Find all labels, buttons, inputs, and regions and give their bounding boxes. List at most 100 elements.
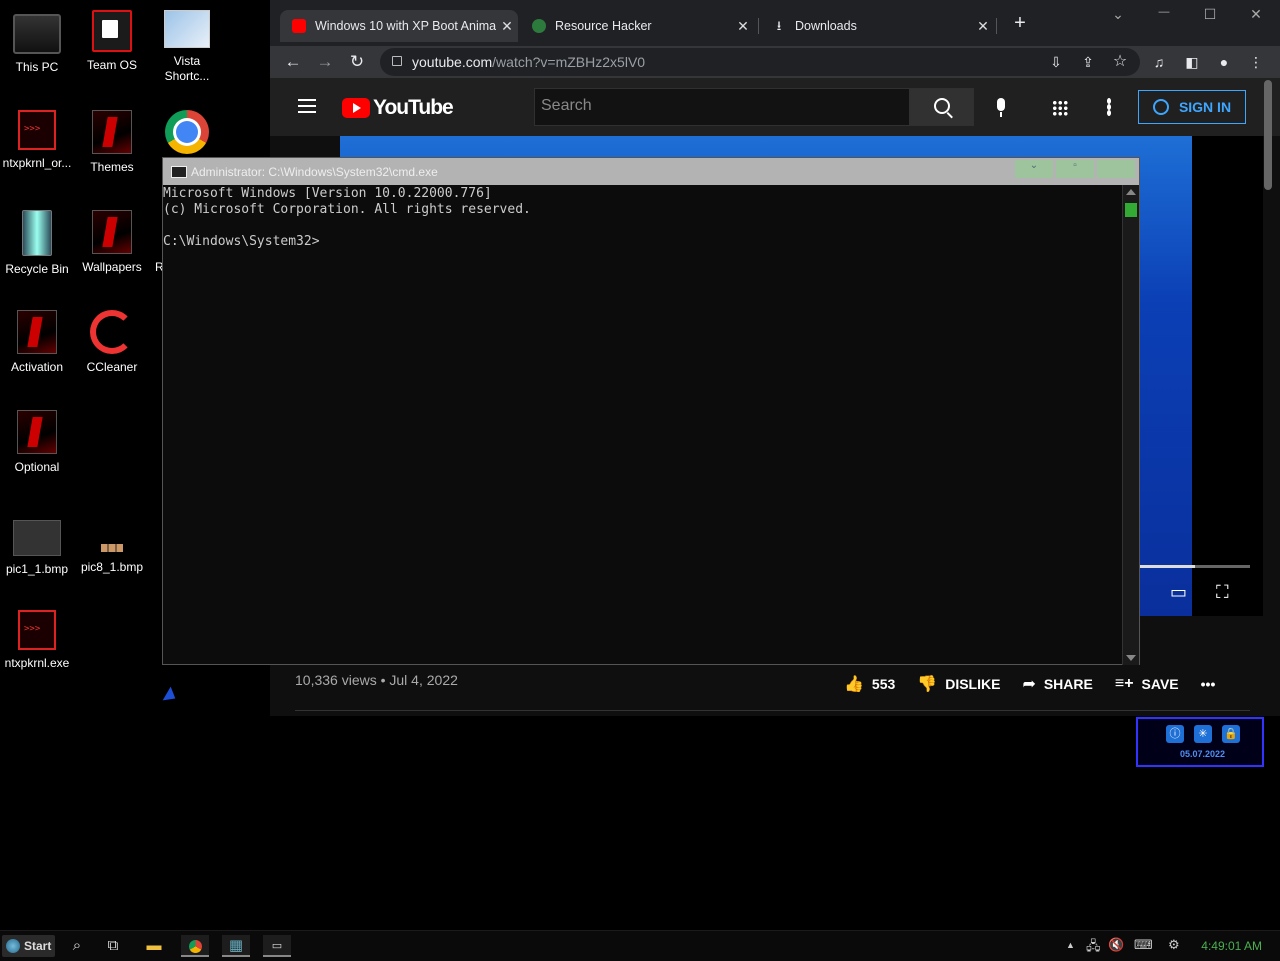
bookmark-star-icon[interactable]: ☆ (1108, 50, 1132, 74)
start-label: Start (24, 939, 52, 953)
tab-search-button[interactable]: ⌄ (1103, 6, 1133, 23)
scroll-down-icon[interactable] (1126, 655, 1136, 661)
executable-icon (18, 110, 56, 150)
close-tab-icon[interactable]: ✕ (972, 18, 994, 35)
new-tab-button[interactable]: + (1005, 12, 1035, 35)
close-window-button[interactable]: ✕ (1241, 6, 1271, 23)
network-icon[interactable]: 🖧 (1086, 937, 1101, 959)
sign-in-button[interactable]: SIGN IN (1138, 90, 1246, 124)
theater-mode-icon[interactable]: ▭ (1170, 582, 1187, 603)
desktop-icon-recycle-bin[interactable]: Recycle Bin (0, 210, 74, 277)
desktop-icon-vista-shortcut[interactable]: Vista Shortc... (150, 10, 224, 84)
scroll-up-icon[interactable] (1126, 189, 1136, 195)
desktop-icon-wallpapers[interactable]: Wallpapers (75, 210, 149, 275)
chrome-taskbar-icon[interactable] (181, 935, 209, 957)
desktop-icon-label: Team OS (86, 58, 137, 72)
media-control-icon[interactable]: ♫ (1147, 50, 1171, 74)
cmd-window-controls: ⌄ ▫ (1012, 160, 1135, 178)
tab-resource-hacker[interactable]: Resource Hacker ✕ (520, 10, 754, 42)
maximize-button[interactable]: ☐ (1195, 6, 1225, 23)
scroll-thumb[interactable] (1125, 203, 1137, 217)
desktop-icon-partial[interactable]: R (150, 210, 164, 275)
close-tab-icon[interactable]: ✕ (732, 18, 754, 35)
browser-menu-icon[interactable]: ⋮ (1244, 50, 1268, 74)
desktop-icon-label: Themes (90, 160, 134, 174)
cmd-title: Administrator: C:\Windows\System32\cmd.e… (191, 165, 438, 179)
url-host: youtube.com (412, 54, 493, 70)
like-button[interactable]: 👍 553 (844, 674, 895, 694)
address-bar[interactable]: youtube.com/watch?v=mZBHz2x5lV0 ⇩ ⇪ ☆ (380, 48, 1140, 76)
tab-youtube[interactable]: Windows 10 with XP Boot Anima ✕ (280, 10, 518, 42)
desktop-icon-this-pc[interactable]: This PC (0, 10, 74, 75)
url-text[interactable]: youtube.com/watch?v=mZBHz2x5lV0 (412, 54, 645, 70)
save-button[interactable]: ≡+ SAVE (1115, 675, 1179, 693)
forward-arrow-icon[interactable]: → (313, 50, 337, 74)
settings-icon[interactable]: ✳ (1194, 725, 1212, 743)
cmd-title-bar[interactable]: Administrator: C:\Windows\System32\cmd.e… (163, 158, 1139, 185)
executable-icon (18, 610, 56, 650)
document-icon (92, 10, 132, 52)
desktop-icon-chrome[interactable] (150, 110, 224, 160)
desktop-icon-ntxpkrnl-or[interactable]: ntxpkrnl_or... (0, 110, 74, 171)
lock-icon (392, 56, 402, 66)
desktop-icon-optional[interactable]: Optional (0, 410, 74, 475)
back-arrow-icon[interactable]: ← (281, 50, 305, 74)
settings-more-icon[interactable] (1107, 98, 1111, 116)
info-icon[interactable]: ⓘ (1166, 725, 1184, 743)
lock-icon[interactable]: 🔒 (1222, 725, 1240, 743)
search-input[interactable]: Search (534, 88, 910, 126)
apps-grid-icon[interactable] (1052, 100, 1068, 116)
desktop-icon-ccleaner[interactable]: CCleaner (75, 310, 149, 375)
volume-muted-icon[interactable]: 🔇 (1108, 937, 1124, 953)
side-panel-icon[interactable]: ◧ (1180, 50, 1204, 74)
tray-chevron-icon[interactable]: ▲ (1066, 940, 1075, 950)
share-arrow-icon: ➦ (1022, 676, 1036, 693)
task-view-icon[interactable]: ⧉ (99, 935, 127, 957)
desktop-icon-pic1[interactable]: pic1_1.bmp (0, 510, 74, 577)
minimize-button[interactable]: ⌄ (1015, 160, 1053, 178)
share-button[interactable]: ➦ SHARE (1022, 674, 1092, 694)
search-button[interactable] (910, 88, 974, 126)
close-tab-icon[interactable]: ✕ (496, 18, 518, 35)
install-app-icon[interactable]: ⇩ (1044, 50, 1068, 74)
share-icon[interactable]: ⇪ (1076, 50, 1100, 74)
resource-hacker-taskbar-icon[interactable]: ▦ (222, 935, 250, 957)
gear-icon[interactable]: ⚙ (1168, 937, 1180, 953)
reload-icon[interactable]: ↻ (345, 50, 369, 74)
hamburger-menu-icon[interactable] (298, 99, 316, 113)
start-button[interactable]: Start (2, 935, 56, 957)
youtube-logo[interactable]: YouTube (342, 96, 454, 120)
voice-search-button[interactable] (986, 92, 1016, 122)
cmd-output[interactable]: Microsoft Windows [Version 10.0.22000.77… (163, 186, 1123, 250)
desktop-icon-team-os[interactable]: Team OS (75, 10, 149, 73)
cmd-window[interactable]: Administrator: C:\Windows\System32\cmd.e… (162, 157, 1140, 665)
clock[interactable]: 4:49:01 AM (1201, 939, 1262, 953)
tab-downloads[interactable]: ⭳ Downloads ✕ (760, 10, 994, 42)
youtube-wordmark: YouTube (373, 96, 454, 119)
chrome-icon (165, 110, 209, 154)
progress-bar[interactable] (1140, 565, 1250, 568)
profile-icon[interactable]: ● (1212, 50, 1236, 74)
windows-orb-icon (6, 939, 20, 953)
file-explorer-icon[interactable]: ▬ (140, 935, 168, 957)
desktop-icon-activation[interactable]: Activation (0, 310, 74, 375)
desktop-icon-label: Recycle Bin (5, 262, 69, 276)
cmd-scrollbar[interactable] (1122, 185, 1139, 665)
thumbs-up-icon: 👍 (844, 676, 864, 693)
close-button[interactable] (1097, 160, 1135, 178)
widget-date: 05.07.2022 (1180, 749, 1226, 759)
search-icon[interactable]: ⌕ (63, 935, 91, 957)
desktop-icon-pic8[interactable]: pic8_1.bmp (75, 510, 149, 575)
cmd-taskbar-icon[interactable]: ▭ (263, 935, 291, 957)
minimize-button[interactable]: — (1149, 6, 1179, 18)
more-actions-button[interactable]: ••• (1201, 676, 1216, 692)
fullscreen-icon[interactable]: ⛶ (1216, 582, 1229, 603)
desktop-icon-themes[interactable]: Themes (75, 110, 149, 175)
maximize-button[interactable]: ▫ (1056, 160, 1094, 178)
page-scrollbar[interactable] (1264, 80, 1272, 190)
dislike-button[interactable]: 👎 DISLIKE (917, 674, 1000, 694)
keyboard-icon[interactable]: ⌨ (1134, 937, 1153, 953)
desktop-icon-ntxpkrnl-exe[interactable]: ntxpkrnl.exe (0, 610, 74, 671)
desktop-icon-label: This PC (15, 60, 59, 74)
tab-separator (996, 18, 997, 34)
